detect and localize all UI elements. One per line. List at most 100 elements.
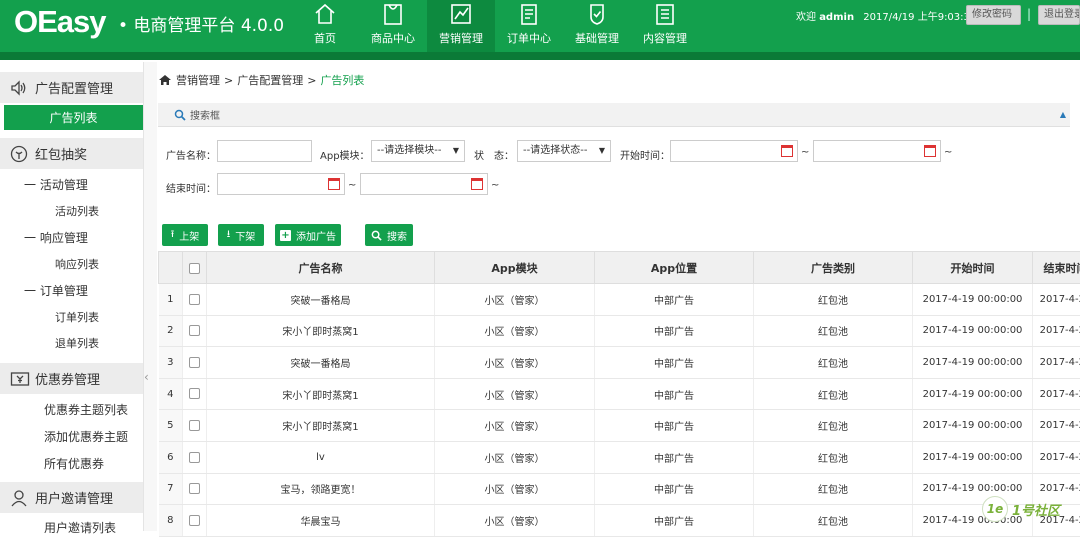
- cell-position: 中部广告: [595, 441, 754, 473]
- sidebar-divider: [143, 62, 157, 531]
- sidebar-group-label: 广告配置管理: [35, 78, 113, 97]
- table-row[interactable]: 2宋小丫即时蒸窝1小区（管家）中部广告红包池2017-4-19 00:00:00…: [159, 315, 1080, 347]
- nav-goods[interactable]: 商品中心: [359, 0, 427, 52]
- breadcrumb-sep: >: [307, 74, 316, 87]
- cell-name: 宋小丫即时蒸窝1: [207, 315, 435, 347]
- header-strip: [0, 52, 1080, 60]
- sidebar-item-add-coupon-topic[interactable]: 添加优惠券主题: [44, 428, 128, 445]
- sidebar-item-response-list[interactable]: 响应列表: [55, 256, 99, 272]
- on-shelf-button[interactable]: ⭱上架: [162, 224, 208, 246]
- table-row[interactable]: 3突破一番格局小区（管家）中部广告红包池2017-4-19 00:00:0020…: [159, 347, 1080, 379]
- status-select[interactable]: --请选择状态--▼: [517, 140, 611, 162]
- cell-end: 2017-4-20: [1033, 410, 1080, 442]
- cell-position: 中部广告: [595, 315, 754, 347]
- cell-position: 中部广告: [595, 284, 754, 316]
- row-select-cell: [183, 410, 207, 442]
- sidebar-group-redpacket[interactable]: 红包抽奖: [0, 138, 143, 169]
- select-all-checkbox[interactable]: [189, 263, 200, 274]
- breadcrumb-level2[interactable]: 广告配置管理: [237, 72, 303, 88]
- sidebar-item-refund-list[interactable]: 退单列表: [55, 335, 99, 351]
- search-panel-header[interactable]: 搜索框 ▲: [158, 103, 1070, 127]
- row-checkbox[interactable]: [189, 483, 200, 494]
- sidebar-item-invite-list[interactable]: 用户邀请列表: [44, 519, 116, 536]
- cell-name: 宋小丫即时蒸窝1: [207, 378, 435, 410]
- row-number: 4: [159, 378, 183, 410]
- sidebar-item-activity-mgmt[interactable]: 一 活动管理: [24, 176, 88, 193]
- column-header[interactable]: App模块: [435, 252, 595, 284]
- ad-name-input[interactable]: [217, 140, 312, 162]
- cell-category: 红包池: [754, 378, 913, 410]
- table-row[interactable]: 1突破一番格局小区（管家）中部广告红包池2017-4-19 00:00:0020…: [159, 284, 1080, 316]
- nav-label: 内容管理: [643, 30, 687, 46]
- off-shelf-button[interactable]: ⭳下架: [218, 224, 264, 246]
- collapse-triangle-icon[interactable]: ▲: [1060, 110, 1066, 119]
- status-value: --请选择状态--: [523, 145, 587, 156]
- row-checkbox[interactable]: [189, 420, 200, 431]
- table-row[interactable]: 7宝马，领路更宽！小区（管家）中部广告红包池2017-4-19 00:00:00…: [159, 473, 1080, 505]
- cell-category: 红包池: [754, 284, 913, 316]
- start-time-to-input[interactable]: [813, 140, 941, 162]
- sidebar-group-invite[interactable]: 用户邀请管理: [0, 482, 143, 513]
- sidebar-item-all-coupons[interactable]: 所有优惠券: [44, 455, 104, 472]
- cell-name: 华晨宝马: [207, 505, 435, 537]
- nav-marketing[interactable]: 营销管理: [427, 0, 495, 52]
- row-checkbox[interactable]: [189, 325, 200, 336]
- row-checkbox[interactable]: [189, 515, 200, 526]
- sidebar-item-activity-list[interactable]: 活动列表: [55, 203, 99, 219]
- column-header[interactable]: 广告名称: [207, 252, 435, 284]
- nav-label: 商品中心: [371, 30, 415, 46]
- nav-orders[interactable]: 订单中心: [495, 0, 563, 52]
- plus-square-icon: +: [280, 230, 291, 241]
- breadcrumb-level1[interactable]: 营销管理: [176, 72, 220, 88]
- row-checkbox[interactable]: [189, 294, 200, 305]
- column-header[interactable]: 结束时间: [1033, 252, 1080, 284]
- add-ad-button[interactable]: +添加广告: [275, 224, 341, 246]
- sidebar-group-ad-config[interactable]: 广告配置管理: [0, 72, 143, 103]
- column-header[interactable]: 广告类别: [754, 252, 913, 284]
- row-checkbox[interactable]: [189, 388, 200, 399]
- watermark-badge: 1e: [982, 496, 1008, 522]
- sidebar-item-order-list[interactable]: 订单列表: [55, 309, 99, 325]
- change-password-button[interactable]: 修改密码: [966, 5, 1021, 25]
- cell-name: 宝马，领路更宽！: [207, 473, 435, 505]
- range-tilde: ~: [801, 147, 809, 158]
- cell-name: lv: [207, 441, 435, 473]
- table-row[interactable]: 4宋小丫即时蒸窝1小区（管家）中部广告红包池2017-4-19 00:00:00…: [159, 378, 1080, 410]
- sidebar-group-coupon[interactable]: 优惠券管理: [0, 363, 143, 394]
- row-select-cell: [183, 284, 207, 316]
- sidebar-item-response-mgmt[interactable]: 一 响应管理: [24, 229, 88, 246]
- sidebar: 广告配置管理 广告列表 红包抽奖 一 活动管理 活动列表 一 响应管理 响应列表…: [0, 62, 143, 531]
- nav-basic[interactable]: 基础管理: [563, 0, 631, 52]
- row-checkbox[interactable]: [189, 452, 200, 463]
- table-row[interactable]: 6lv小区（管家）中部广告红包池2017-4-19 00:00:002017-4…: [159, 441, 1080, 473]
- table-row[interactable]: 5宋小丫即时蒸窝1小区（管家）中部广告红包池2017-4-19 00:00:00…: [159, 410, 1080, 442]
- row-checkbox[interactable]: [189, 357, 200, 368]
- column-header[interactable]: 开始时间: [913, 252, 1033, 284]
- nav-home[interactable]: 首页: [291, 0, 359, 52]
- sidebar-item-ad-list[interactable]: 广告列表: [4, 105, 143, 130]
- end-time-from-input[interactable]: [217, 173, 345, 195]
- nav-label: 营销管理: [439, 30, 483, 46]
- calendar-icon[interactable]: [328, 178, 340, 190]
- redpacket-icon: [10, 145, 30, 163]
- column-header[interactable]: App位置: [595, 252, 754, 284]
- sidebar-item-order-mgmt[interactable]: 一 订单管理: [24, 282, 88, 299]
- nav-content[interactable]: 内容管理: [631, 0, 699, 52]
- calendar-icon[interactable]: [781, 145, 793, 157]
- table-row[interactable]: 8华晨宝马小区（管家）中部广告红包池2017-4-19 00:00:002017…: [159, 505, 1080, 537]
- user-info: 欢迎 admin 2017/4/19 上午9:03:30: [796, 8, 976, 23]
- range-tilde: ~: [348, 180, 356, 191]
- cell-name: 突破一番格局: [207, 284, 435, 316]
- logout-button[interactable]: 退出登录: [1038, 5, 1080, 25]
- calendar-icon[interactable]: [924, 145, 936, 157]
- start-time-from-input[interactable]: [670, 140, 798, 162]
- app-module-select[interactable]: --请选择模块--▼: [371, 140, 465, 162]
- end-time-to-input[interactable]: [360, 173, 488, 195]
- collapse-sidebar-icon[interactable]: ‹: [144, 370, 149, 384]
- search-button[interactable]: 搜索: [365, 224, 413, 246]
- sidebar-item-coupon-topic-list[interactable]: 优惠券主题列表: [44, 401, 128, 418]
- cell-name: 宋小丫即时蒸窝1: [207, 410, 435, 442]
- calendar-icon[interactable]: [471, 178, 483, 190]
- download-icon: ⭳: [227, 227, 231, 244]
- nav-label: 首页: [314, 30, 336, 46]
